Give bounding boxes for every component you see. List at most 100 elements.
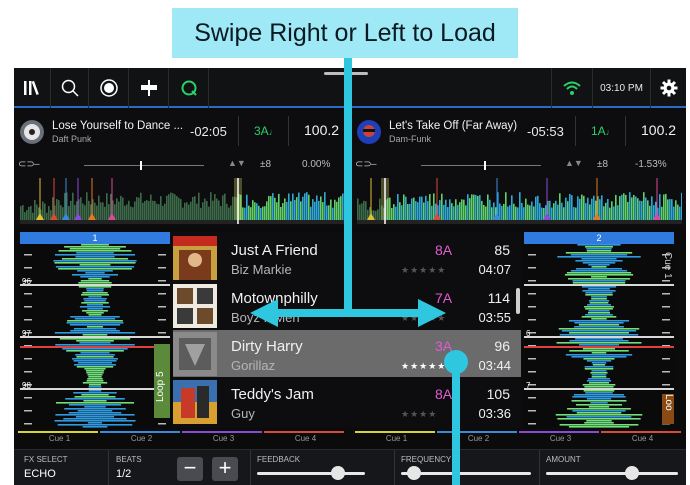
wifi-button[interactable] [551,68,593,108]
cue-pad-1[interactable]: Cue 1 [355,434,438,443]
cue-line [18,431,98,433]
scrollbar[interactable] [516,288,520,314]
track-row[interactable]: Teddy's Jam Guy 8A 105 ★★★★ 03:36 [173,378,521,425]
loop-indicator: Loo [662,394,674,424]
cue-pad-3[interactable]: Cue 3 [182,434,265,443]
overview-waveform[interactable] [357,178,682,224]
cue-bar-left: Cue 1 Cue 2 Cue 3 Cue 4 [14,431,349,447]
frequency-slider-knob[interactable] [407,466,421,480]
pitch-bar[interactable] [421,165,541,166]
deck-left-waveform[interactable]: 1 96 97 98 Loop 5 [20,232,170,428]
cue-pad-1[interactable]: Cue 1 [18,434,101,443]
fx-select-value[interactable]: ECHO [24,468,56,480]
key-value: 1A [591,124,606,138]
track-library[interactable]: Just A Friend Biz Markie 8A 85 ★★★★★ 04:… [173,232,521,428]
eq-fader-button[interactable] [129,68,169,108]
cue-pad-4[interactable]: Cue 4 [601,434,684,443]
fx-select-label: FX SELECT [24,455,68,464]
track-row-selected[interactable]: Dirty Harry Gorillaz 3A 96 ★★★★★ 03:44 [173,330,521,377]
feedback-slider-knob[interactable] [331,466,345,480]
beats-minus-button[interactable]: − [177,457,203,481]
beat-marker: 96 [22,277,31,286]
key-display: 3A♩ [254,124,278,138]
cue-label-box: Cue 1 [660,252,674,292]
divider [108,450,109,485]
drag-handle[interactable] [324,72,368,75]
stage: Swipe Right or Left to Load 03:10 PM Los… [0,0,690,485]
loop-icon: ⊂⊃ [355,159,372,170]
track-bpm: 96 [494,338,510,354]
track-artist: Dam-Funk [389,134,432,144]
cue-pad-4[interactable]: Cue 4 [264,434,347,443]
loop-label: Loo [663,394,674,411]
q-button[interactable] [169,68,209,108]
pitch-row: ⊂⊃ – ▲▼ ±8 0.00% [14,158,349,174]
track-key: 8A [435,242,453,258]
bpm-display: 100.2 [641,122,677,138]
instruction-callout: Swipe Right or Left to Load [172,8,518,58]
amount-slider-track[interactable] [546,472,678,475]
track-bpm: 114 [487,290,510,306]
cue-pad-2[interactable]: Cue 2 [100,434,183,443]
cue-line [437,431,517,433]
overview-waveform[interactable] [20,178,345,224]
loop-value: – [34,159,40,170]
deck-right[interactable]: Let's Take Off (Far Away) Dam-Funk -05:5… [351,110,686,228]
cue-pad-3[interactable]: Cue 3 [519,434,602,443]
track-title: Motownphilly [231,290,318,307]
deck-left[interactable]: Lose Yourself to Dance ... Daft Punk -02… [14,110,349,228]
deck-number: 2 [524,232,674,244]
track-bpm: 85 [494,242,510,258]
rating-stars: ★★★★★ [401,313,447,323]
feedback-label: FEEDBACK [257,455,301,464]
cue-line [355,431,435,433]
pitch-marker [484,161,486,170]
clock: 03:10 PM [593,68,651,108]
track-title: Dirty Harry [231,338,303,355]
clock-text: 03:10 PM [600,82,643,94]
track-title: Teddy's Jam [231,386,314,403]
pitch-bar[interactable] [84,165,204,166]
beats-plus-button[interactable]: + [212,457,238,481]
track-artist: Guy [231,406,255,421]
album-cover [173,332,217,376]
track-row[interactable]: Motownphilly Boyz II Men 7A 114 ★★★★★ 03… [173,282,521,329]
sync-arrows-icon[interactable]: ▲▼ [565,158,583,168]
beat-marker: 97 [22,329,31,338]
track-duration: 03:55 [478,310,511,325]
pitch-marker [140,161,142,170]
deck-right-waveform[interactable]: 2 6 7 Cue 1 Loo [524,232,674,428]
search-icon [61,79,79,97]
divider [238,116,239,146]
device-screen: 03:10 PM Lose Yourself to Dance ... Daft… [14,68,686,485]
cue-line [601,431,681,433]
sync-arrows-icon[interactable]: ▲▼ [228,158,246,168]
track-duration: 04:07 [478,262,511,277]
track-row[interactable]: Just A Friend Biz Markie 8A 85 ★★★★★ 04:… [173,234,521,281]
pitch-range: ±8 [260,159,272,170]
top-bar: 03:10 PM [14,68,686,108]
key-value: 3A [254,124,269,138]
feedback-slider-track[interactable] [257,472,365,475]
loop-value: – [371,159,377,170]
beats-value: 1/2 [116,468,132,480]
record-icon [99,79,118,97]
track-key: 8A [435,386,453,402]
deck-number: 1 [20,232,170,244]
beat-marker: 7 [526,381,531,390]
album-cover [173,380,217,424]
search-button[interactable] [51,68,89,108]
pitch-row: ⊂⊃ – ▲▼ ±8 -1.53% [351,158,686,174]
divider [539,450,540,485]
track-duration: 03:36 [478,406,511,421]
amount-slider-knob[interactable] [624,466,639,480]
time-remaining: -05:53 [527,124,564,139]
record-button[interactable] [89,68,129,108]
pitch-value: 0.00% [302,159,331,170]
callout-text: Swipe Right or Left to Load [194,18,496,47]
library-button[interactable] [14,68,51,108]
track-duration: 03:44 [478,358,511,373]
divider [625,116,626,146]
cue-pad-2[interactable]: Cue 2 [437,434,520,443]
settings-button[interactable] [651,68,686,108]
